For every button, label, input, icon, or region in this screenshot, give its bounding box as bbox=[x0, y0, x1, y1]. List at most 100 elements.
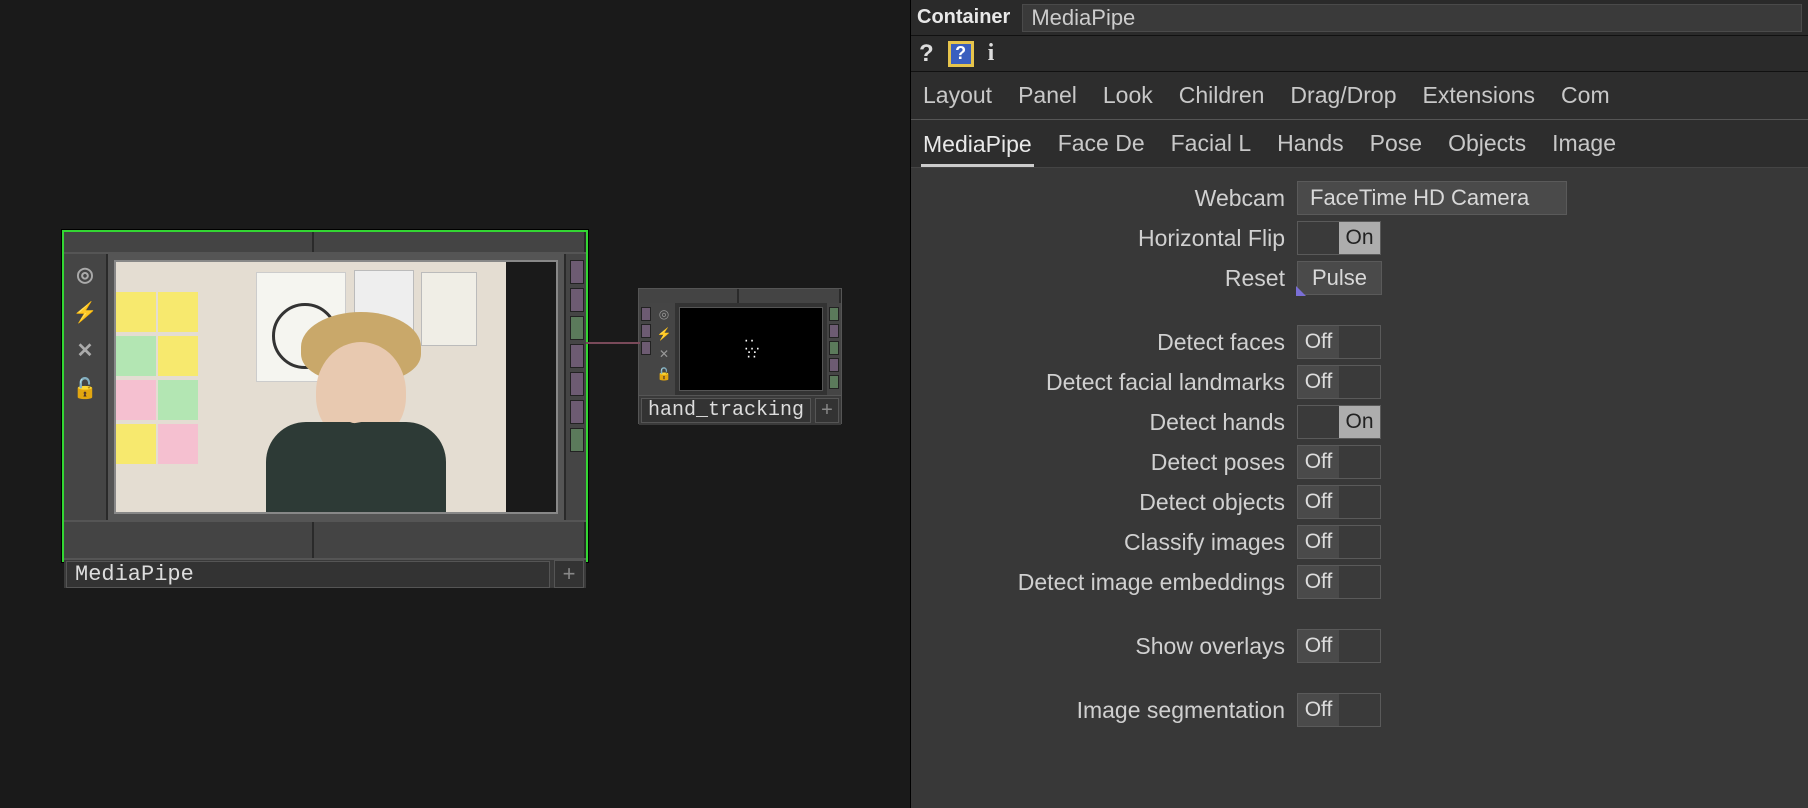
toggle-off-side: Off bbox=[1298, 446, 1339, 478]
output-port[interactable] bbox=[829, 375, 839, 389]
detect-objects-toggle[interactable]: Off bbox=[1297, 485, 1381, 519]
tab-objects[interactable]: Objects bbox=[1446, 122, 1528, 167]
param-label-hflip: Horizontal Flip bbox=[911, 225, 1297, 252]
tab-pose[interactable]: Pose bbox=[1368, 122, 1424, 167]
input-port[interactable] bbox=[641, 307, 651, 321]
tab-row-outer: Layout Panel Look Children Drag/Drop Ext… bbox=[911, 72, 1808, 120]
node-tool-column: ◎ ⚡ ✕ 🔓 bbox=[64, 254, 108, 520]
network-canvas[interactable]: ◎ ⚡ ✕ 🔓 bbox=[0, 0, 910, 808]
node-name-field[interactable]: MediaPipe bbox=[66, 561, 550, 588]
toggle-off-side bbox=[1298, 222, 1339, 254]
node-mediapipe-tabbar bbox=[64, 232, 586, 252]
param-label-webcam: Webcam bbox=[911, 185, 1297, 212]
image-embeddings-toggle[interactable]: Off bbox=[1297, 565, 1381, 599]
close-icon[interactable]: ✕ bbox=[659, 347, 669, 361]
output-port[interactable] bbox=[829, 358, 839, 372]
param-label-overlay: Show overlays bbox=[911, 633, 1297, 660]
tab-extensions[interactable]: Extensions bbox=[1421, 74, 1538, 119]
tab-facedetect[interactable]: Face De bbox=[1056, 122, 1147, 167]
node-hand-tracking[interactable]: ◎ ⚡ ✕ 🔓 · ··.·.· · · hand_tracking + bbox=[638, 288, 842, 424]
node-input-ports bbox=[639, 303, 653, 395]
info-icon[interactable]: i bbox=[988, 40, 995, 67]
tab-common[interactable]: Com bbox=[1559, 74, 1612, 119]
toggle-on-side bbox=[1339, 694, 1380, 726]
node-name-field[interactable]: hand_tracking bbox=[641, 398, 811, 423]
param-label-poses: Detect poses bbox=[911, 449, 1297, 476]
hflip-toggle[interactable]: On bbox=[1297, 221, 1381, 255]
toggle-on-side bbox=[1339, 566, 1380, 598]
param-label-classify: Classify images bbox=[911, 529, 1297, 556]
tab-facial[interactable]: Facial L bbox=[1169, 122, 1254, 167]
add-icon[interactable]: + bbox=[554, 560, 584, 588]
toggle-off-side: Off bbox=[1298, 326, 1339, 358]
node-tab[interactable] bbox=[314, 232, 586, 252]
param-label-faces: Detect faces bbox=[911, 329, 1297, 356]
output-port[interactable] bbox=[570, 400, 584, 424]
output-port[interactable] bbox=[570, 260, 584, 284]
toggle-off-side: Off bbox=[1298, 486, 1339, 518]
output-port[interactable] bbox=[829, 324, 839, 338]
operator-name-field[interactable]: MediaPipe bbox=[1022, 4, 1802, 32]
panel-help-bar: ? ? i bbox=[911, 36, 1808, 72]
detect-poses-toggle[interactable]: Off bbox=[1297, 445, 1381, 479]
node-output-ports bbox=[827, 303, 841, 395]
toggle-on-side bbox=[1339, 326, 1380, 358]
bolt-icon[interactable]: ⚡ bbox=[657, 327, 672, 341]
param-label-seg: Image segmentation bbox=[911, 697, 1297, 724]
output-port[interactable] bbox=[829, 341, 839, 355]
output-port[interactable] bbox=[829, 307, 839, 321]
classify-images-toggle[interactable]: Off bbox=[1297, 525, 1381, 559]
node-mediapipe[interactable]: ◎ ⚡ ✕ 🔓 bbox=[62, 230, 588, 562]
image-segmentation-toggle[interactable]: Off bbox=[1297, 693, 1381, 727]
tab-image[interactable]: Image bbox=[1550, 122, 1618, 167]
param-label-embed: Detect image embeddings bbox=[911, 569, 1297, 596]
input-port[interactable] bbox=[641, 341, 651, 355]
node-tab[interactable] bbox=[64, 232, 314, 252]
help-box-icon[interactable]: ? bbox=[948, 41, 974, 67]
tab-hands[interactable]: Hands bbox=[1275, 122, 1345, 167]
panel-header: Container MediaPipe bbox=[911, 0, 1808, 36]
toggle-off-side: Off bbox=[1298, 694, 1339, 726]
lock-icon[interactable]: 🔓 bbox=[657, 367, 672, 381]
output-port[interactable] bbox=[570, 288, 584, 312]
parameter-list: Webcam FaceTime HD Camera Horizontal Fli… bbox=[911, 168, 1808, 808]
lock-icon[interactable]: 🔓 bbox=[73, 376, 97, 400]
close-icon[interactable]: ✕ bbox=[73, 338, 97, 362]
tab-layout[interactable]: Layout bbox=[921, 74, 994, 119]
tab-children[interactable]: Children bbox=[1177, 74, 1267, 119]
output-port[interactable] bbox=[570, 344, 584, 368]
reset-pulse-button[interactable]: Pulse bbox=[1297, 261, 1382, 295]
toggle-on-side bbox=[1339, 446, 1380, 478]
output-port[interactable] bbox=[570, 428, 584, 452]
operator-type-label: Container bbox=[917, 6, 1010, 29]
target-icon[interactable]: ◎ bbox=[73, 262, 97, 286]
toggle-off-side: Off bbox=[1298, 526, 1339, 558]
toggle-off-side: Off bbox=[1298, 566, 1339, 598]
output-port[interactable] bbox=[570, 372, 584, 396]
toggle-on-side bbox=[1339, 366, 1380, 398]
tab-row-inner: MediaPipe Face De Facial L Hands Pose Ob… bbox=[911, 120, 1808, 168]
hand-landmark-dots: · ··.·.· · · bbox=[744, 337, 759, 361]
target-icon[interactable]: ◎ bbox=[659, 307, 669, 321]
param-label-hands: Detect hands bbox=[911, 409, 1297, 436]
node-tool-column: ◎ ⚡ ✕ 🔓 bbox=[653, 303, 675, 395]
input-port[interactable] bbox=[641, 324, 651, 338]
toggle-off-side bbox=[1298, 406, 1339, 438]
tab-dragdrop[interactable]: Drag/Drop bbox=[1288, 74, 1398, 119]
webcam-dropdown[interactable]: FaceTime HD Camera bbox=[1297, 181, 1567, 215]
toggle-off-side: Off bbox=[1298, 630, 1339, 662]
tab-panel[interactable]: Panel bbox=[1016, 74, 1079, 119]
output-port[interactable] bbox=[570, 316, 584, 340]
show-overlays-toggle[interactable]: Off bbox=[1297, 629, 1381, 663]
tab-mediapipe[interactable]: MediaPipe bbox=[921, 123, 1034, 168]
bolt-icon[interactable]: ⚡ bbox=[73, 300, 97, 324]
detect-facial-landmarks-toggle[interactable]: Off bbox=[1297, 365, 1381, 399]
tab-look[interactable]: Look bbox=[1101, 74, 1155, 119]
param-label-flm: Detect facial landmarks bbox=[911, 369, 1297, 396]
detect-faces-toggle[interactable]: Off bbox=[1297, 325, 1381, 359]
add-icon[interactable]: + bbox=[815, 398, 839, 423]
detect-hands-toggle[interactable]: On bbox=[1297, 405, 1381, 439]
node-wire bbox=[586, 342, 640, 344]
webcam-preview bbox=[114, 260, 558, 514]
help-icon[interactable]: ? bbox=[919, 40, 934, 68]
